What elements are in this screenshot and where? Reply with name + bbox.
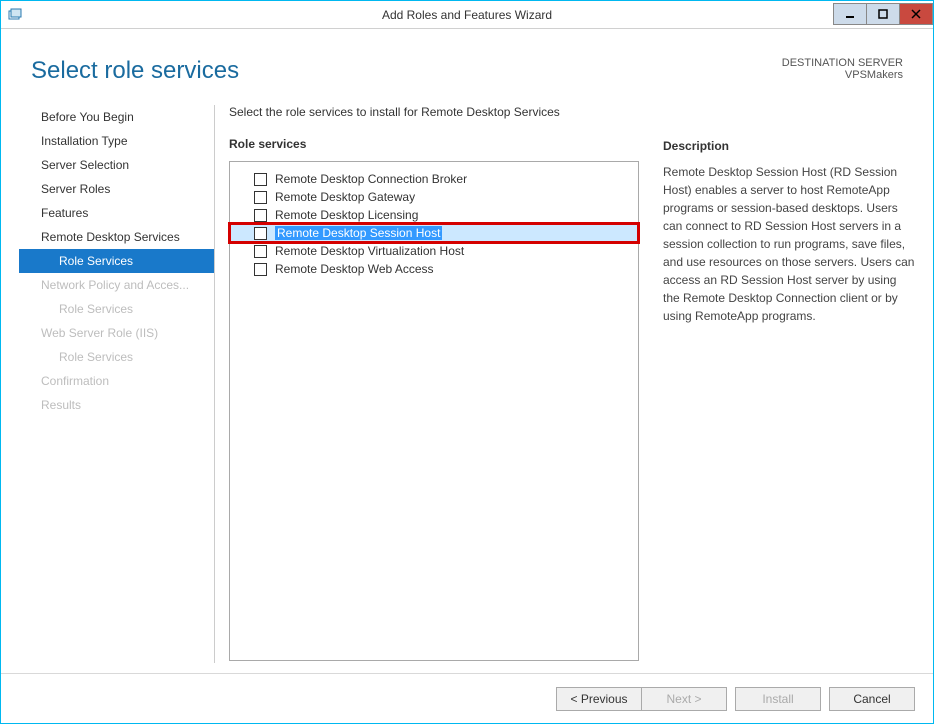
- role-item-label: Remote Desktop Web Access: [275, 262, 434, 276]
- titlebar: Add Roles and Features Wizard: [1, 1, 933, 29]
- sidebar-item[interactable]: Server Selection: [19, 153, 214, 177]
- role-item[interactable]: Remote Desktop Virtualization Host: [230, 242, 638, 260]
- role-item[interactable]: Remote Desktop Web Access: [230, 260, 638, 278]
- window-controls: [834, 4, 933, 25]
- role-item-label: Remote Desktop Virtualization Host: [275, 244, 464, 258]
- roles-panel: Select the role services to install for …: [229, 105, 639, 673]
- cancel-button[interactable]: Cancel: [829, 687, 915, 711]
- role-item-label: Remote Desktop Connection Broker: [275, 172, 467, 186]
- sidebar-item[interactable]: Before You Begin: [19, 105, 214, 129]
- content-area: Select role services DESTINATION SERVER …: [1, 29, 933, 723]
- role-item-label: Remote Desktop Gateway: [275, 190, 415, 204]
- destination-label: DESTINATION SERVER: [782, 57, 903, 69]
- sidebar-item[interactable]: Server Roles: [19, 177, 214, 201]
- role-item[interactable]: Remote Desktop Session Host: [230, 224, 638, 242]
- roles-label: Role services: [229, 137, 639, 151]
- description-panel: Description Remote Desktop Session Host …: [639, 105, 915, 673]
- sidebar: Before You BeginInstallation TypeServer …: [19, 95, 214, 673]
- app-icon: [1, 1, 29, 29]
- install-button[interactable]: Install: [735, 687, 821, 711]
- sidebar-item: Role Services: [19, 345, 214, 369]
- instruction-text: Select the role services to install for …: [229, 105, 639, 119]
- previous-button[interactable]: < Previous: [556, 687, 642, 711]
- role-item[interactable]: Remote Desktop Connection Broker: [230, 170, 638, 188]
- checkbox-icon[interactable]: [254, 191, 267, 204]
- sidebar-item: Confirmation: [19, 369, 214, 393]
- next-button[interactable]: Next >: [641, 687, 727, 711]
- role-item-label: Remote Desktop Session Host: [275, 226, 442, 240]
- checkbox-icon[interactable]: [254, 227, 267, 240]
- description-label: Description: [663, 139, 915, 153]
- page-title: Select role services: [31, 57, 782, 85]
- sidebar-item[interactable]: Features: [19, 201, 214, 225]
- role-item[interactable]: Remote Desktop Licensing: [230, 206, 638, 224]
- maximize-button[interactable]: [866, 3, 900, 25]
- nav-button-group: < Previous Next >: [557, 687, 727, 711]
- description-text: Remote Desktop Session Host (RD Session …: [663, 163, 915, 325]
- sidebar-item[interactable]: Role Services: [19, 249, 214, 273]
- sidebar-item: Role Services: [19, 297, 214, 321]
- header-row: Select role services DESTINATION SERVER …: [1, 29, 933, 95]
- role-item[interactable]: Remote Desktop Gateway: [230, 188, 638, 206]
- sidebar-item: Results: [19, 393, 214, 417]
- checkbox-icon[interactable]: [254, 245, 267, 258]
- window-title: Add Roles and Features Wizard: [1, 8, 933, 22]
- destination-server: VPSMakers: [782, 69, 903, 81]
- sidebar-item: Web Server Role (IIS): [19, 321, 214, 345]
- minimize-button[interactable]: [833, 3, 867, 25]
- sidebar-item[interactable]: Remote Desktop Services: [19, 225, 214, 249]
- role-item-label: Remote Desktop Licensing: [275, 208, 418, 222]
- sidebar-item: Network Policy and Acces...: [19, 273, 214, 297]
- close-button[interactable]: [899, 3, 933, 25]
- sidebar-item[interactable]: Installation Type: [19, 129, 214, 153]
- footer: < Previous Next > Install Cancel: [1, 673, 933, 723]
- main-panel: Select the role services to install for …: [215, 95, 915, 673]
- body: Before You BeginInstallation TypeServer …: [1, 95, 933, 673]
- checkbox-icon[interactable]: [254, 209, 267, 222]
- checkbox-icon[interactable]: [254, 263, 267, 276]
- checkbox-icon[interactable]: [254, 173, 267, 186]
- wizard-window: Add Roles and Features Wizard Select rol…: [0, 0, 934, 724]
- destination-info: DESTINATION SERVER VPSMakers: [782, 57, 903, 81]
- roles-listbox[interactable]: Remote Desktop Connection Broker Remote D…: [229, 161, 639, 661]
